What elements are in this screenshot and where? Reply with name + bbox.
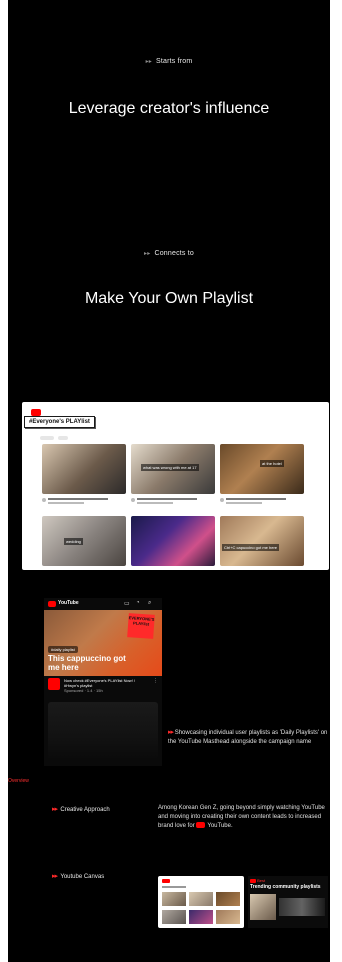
youtube-logo-icon — [250, 879, 256, 883]
double-arrow-icon: ▸▸ — [168, 729, 174, 736]
best-badge: Best — [250, 878, 265, 883]
video-thumbnail[interactable] — [131, 516, 215, 566]
channel-avatar — [48, 678, 60, 690]
ad-row[interactable]: Now check #Everyone's PLAYlist Now! / #H… — [48, 678, 160, 700]
trending-thumb[interactable] — [250, 894, 276, 920]
showcase-text: Showcasing individual user playlists as … — [168, 730, 328, 745]
canvas-thumb[interactable] — [216, 892, 240, 906]
filter-chip[interactable] — [40, 436, 54, 440]
youtube-logo-icon — [162, 879, 170, 883]
creative-description: Among Korean Gen Z, going beyond simply … — [158, 804, 326, 831]
youtube-brand-inline: YouTube. — [207, 823, 233, 829]
showcase-description: ▸▸ Showcasing individual user playlists … — [168, 728, 328, 747]
daily-playlist-chip: #daily playlist — [48, 646, 78, 653]
video-thumbnail[interactable]: Ctrl+C capuccino got me here — [220, 516, 304, 566]
bell-icon[interactable]: ◔ — [136, 600, 140, 606]
starts-from-label: Starts from — [156, 58, 193, 65]
cast-icon[interactable]: ▭ — [124, 600, 130, 607]
thumbnail-caption: wedding — [64, 538, 83, 545]
canvas-label-text: Youtube Canvas — [60, 874, 105, 880]
masthead-hero[interactable]: EVERYONE'S PLAYlist #daily playlist This… — [44, 610, 162, 676]
video-meta — [42, 496, 126, 506]
youtube-logo-icon — [48, 601, 56, 607]
video-thumbnail[interactable]: at the hotel — [220, 444, 304, 494]
video-thumbnail[interactable]: what was wrong with me at 17 — [131, 444, 215, 494]
headline-playlist: Make Your Own Playlist — [84, 290, 254, 307]
more-vert-icon[interactable]: ⋮ — [153, 678, 158, 684]
canvas-thumb[interactable] — [189, 892, 213, 906]
canvas-thumb[interactable] — [189, 910, 213, 924]
blurred-feed — [48, 702, 158, 760]
youtube-mobile-mock: YouTube ▭ ◔ ⌕ EVERYONE'S PLAYlist #daily… — [44, 598, 162, 766]
everyones-playlist-tag: #Everyone's PLAYlist — [24, 416, 95, 428]
canvas-thumb[interactable] — [162, 892, 186, 906]
video-meta — [220, 496, 304, 506]
trending-playlists-panel: Best Trending community playlists — [248, 876, 328, 928]
overview-label: Overview — [8, 778, 29, 784]
ad-row-text: Now check #Everyone's PLAYlist Now! / #H… — [64, 678, 148, 693]
trending-title: Trending community playlists — [250, 884, 321, 890]
canvas-thumb[interactable] — [216, 910, 240, 924]
filter-chip[interactable] — [58, 436, 68, 440]
double-arrow-icon: ▸▸ — [144, 251, 151, 257]
creative-approach-label: ▸▸ Creative Approach — [52, 805, 110, 813]
creative-text: Among Korean Gen Z, going beyond simply … — [158, 805, 325, 829]
ad-title: Now check #Everyone's PLAYlist Now! / #H… — [64, 678, 135, 688]
thumbnail-caption: what was wrong with me at 17 — [141, 464, 199, 471]
youtube-masthead-screenshot: #Everyone's PLAYlist what was wrong with… — [22, 402, 329, 570]
playlist-sticker: EVERYONE'S PLAYlist — [127, 613, 155, 639]
canvas-thumb[interactable] — [162, 910, 186, 924]
double-arrow-icon: ▸▸ — [52, 873, 58, 880]
mobile-topbar: YouTube ▭ ◔ ⌕ — [44, 598, 162, 610]
connects-to-label: Connects to — [154, 250, 194, 257]
connects-to-tag: ▸▸ Connects to — [8, 250, 330, 257]
thumbnail-caption: Ctrl+C capuccino got me here — [222, 544, 280, 551]
video-meta — [131, 496, 215, 506]
headline-leverage: Leverage creator's influence — [68, 100, 270, 117]
thumbnail-caption: at the hotel — [260, 460, 284, 467]
double-arrow-icon: ▸▸ — [52, 806, 58, 813]
youtube-brand-text: YouTube — [58, 600, 79, 606]
hero-title: This cappuccino got me here — [48, 654, 126, 672]
youtube-logo-icon — [31, 409, 41, 416]
canvas-heading-line — [162, 886, 186, 888]
video-thumbnail[interactable]: wedding — [42, 516, 126, 566]
youtube-logo-icon — [196, 822, 206, 828]
starts-from-tag: ▸▸ Starts from — [8, 58, 330, 65]
double-arrow-icon: ▸▸ — [145, 59, 152, 65]
search-icon[interactable]: ⌕ — [148, 600, 151, 607]
ad-subtitle: Sponsored · 1.4 · 15h — [64, 688, 103, 693]
youtube-canvas-screenshot — [158, 876, 244, 928]
best-badge-text: Best — [257, 878, 266, 883]
youtube-canvas-label: ▸▸ Youtube Canvas — [52, 872, 104, 880]
video-thumbnail[interactable] — [42, 444, 126, 494]
trending-blur — [279, 898, 325, 916]
creative-label-text: Creative Approach — [60, 807, 110, 813]
